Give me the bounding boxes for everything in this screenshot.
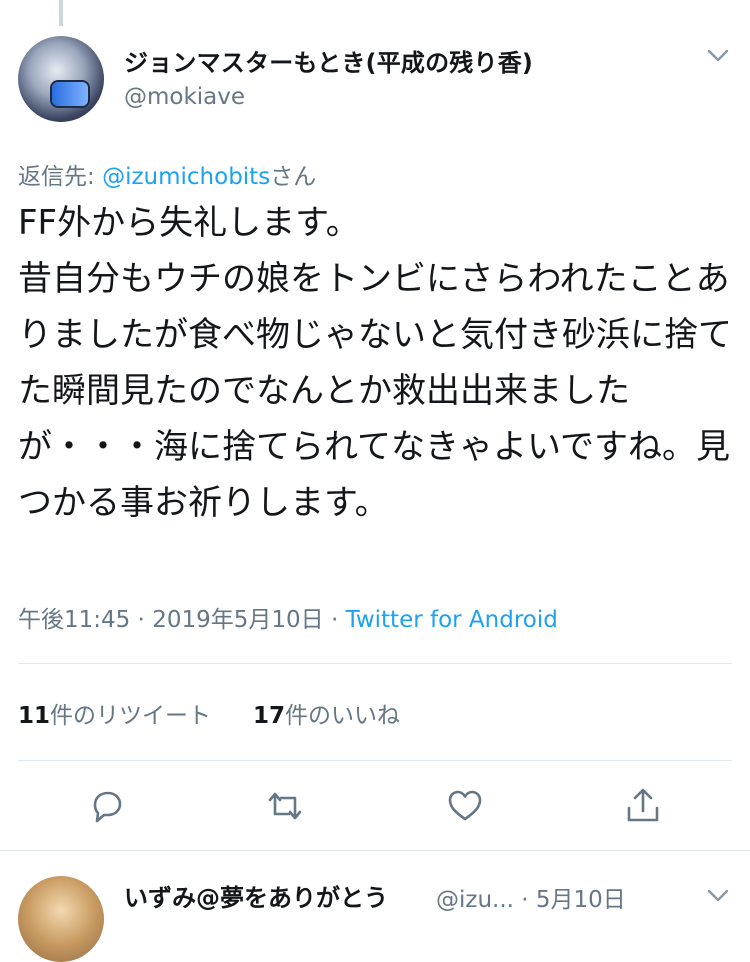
author-handle[interactable]: @mokiave	[124, 84, 245, 110]
reply-to-prefix: 返信先:	[18, 164, 103, 190]
likes-label: 件のいいね	[285, 703, 401, 729]
reply-author-display-name[interactable]: いずみ@夢をありがとう	[124, 878, 388, 913]
reply-to-line: 返信先: @izumichobitsさん	[18, 157, 316, 191]
retweets-stat[interactable]: 11件のリツイート	[18, 703, 211, 729]
like-button[interactable]	[445, 786, 485, 826]
reply-author-avatar[interactable]	[18, 876, 104, 962]
divider	[18, 663, 732, 664]
reply-author-handle-date[interactable]: @izu... · 5月10日	[436, 880, 626, 914]
reply-icon	[93, 791, 122, 823]
divider	[0, 850, 750, 851]
retweets-count: 11	[18, 703, 51, 729]
likes-stat[interactable]: 17件のいいね	[253, 703, 400, 729]
author-display-name[interactable]: ジョンマスターもとき(平成の残り香)	[124, 43, 533, 78]
likes-count: 17	[253, 703, 286, 729]
tweet-source-link[interactable]: Twitter for Android	[346, 607, 558, 633]
tweet-meta: 午後11:45 · 2019年5月10日 · Twitter for Andro…	[18, 600, 558, 634]
share-icon	[627, 788, 659, 822]
like-icon	[448, 790, 482, 821]
author-avatar[interactable]	[18, 36, 104, 122]
tweet-timestamp: 午後11:45 · 2019年5月10日 ·	[18, 607, 346, 633]
reply-to-suffix: さん	[270, 164, 317, 190]
share-button[interactable]	[623, 786, 663, 826]
chevron-down-icon[interactable]	[706, 48, 730, 64]
retweets-label: 件のリツイート	[50, 703, 212, 729]
divider	[18, 760, 732, 761]
tweet-stats: 11件のリツイート 17件のいいね	[18, 696, 400, 730]
retweet-button[interactable]	[265, 786, 305, 826]
retweet-icon	[268, 792, 302, 820]
chevron-down-icon[interactable]	[706, 888, 730, 904]
thread-line	[59, 0, 63, 26]
reply-button[interactable]	[87, 786, 127, 826]
tweet-text: FF外から失礼します。 昔自分もウチの娘をトンビにさらわれたことありましたが食べ…	[18, 203, 732, 523]
reply-to-mention[interactable]: @izumichobits	[102, 164, 270, 190]
